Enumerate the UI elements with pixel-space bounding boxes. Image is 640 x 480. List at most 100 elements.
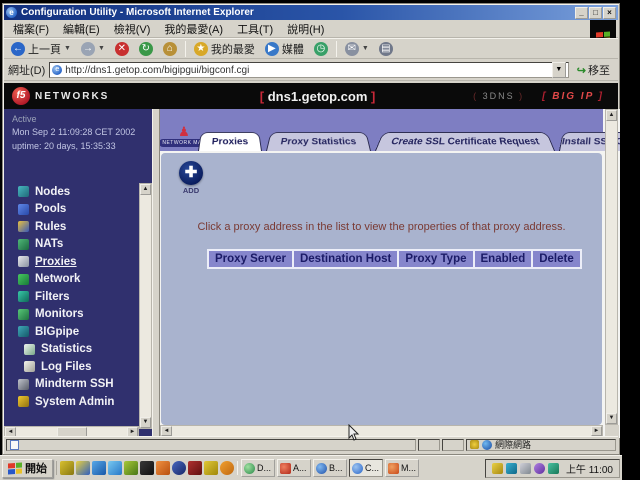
menu-view[interactable]: 檢視(V) (107, 19, 158, 39)
nats-icon (18, 239, 29, 250)
add-proxy-button[interactable]: ✚ ADD (171, 161, 211, 195)
nav-item-system-admin[interactable]: System Admin (4, 393, 139, 411)
scroll-left-icon[interactable]: ◄ (161, 426, 172, 436)
scroll-right-icon[interactable]: ► (591, 426, 602, 436)
scroll-down-icon[interactable]: ▼ (140, 417, 151, 428)
column-header-proxy-server: Proxy Server (208, 250, 293, 268)
address-input[interactable] (65, 65, 549, 76)
filters-icon (18, 291, 29, 302)
refresh-icon: ↻ (139, 42, 153, 56)
nav-item-bigpipe[interactable]: BIGpipe (4, 323, 139, 341)
mail-button[interactable]: ✉ ▼ (341, 41, 373, 57)
proxies-icon (18, 256, 29, 267)
nodes-icon (18, 186, 29, 197)
taskbar-window-button[interactable]: B... (313, 459, 347, 477)
taskbar-clock[interactable]: 上午 11:00 (566, 461, 613, 476)
nav-item-rules[interactable]: Rules (4, 218, 139, 236)
minimize-button[interactable]: _ (575, 7, 588, 19)
scroll-up-icon[interactable]: ▲ (606, 110, 617, 121)
mail-dropdown-icon[interactable]: ▼ (362, 45, 369, 52)
tab-proxies[interactable]: Proxies (198, 132, 262, 151)
nav-item-pools[interactable]: Pools (4, 201, 139, 219)
address-field[interactable]: e ▼ (49, 62, 569, 78)
sidebar-vertical-scrollbar[interactable]: ▲ ▼ (139, 183, 152, 429)
nav-item-nats[interactable]: NATs (4, 236, 139, 254)
menu-file[interactable]: 檔案(F) (6, 19, 56, 39)
log-files-icon (24, 361, 35, 372)
menu-tools[interactable]: 工具(T) (230, 19, 280, 39)
quick-launch-icon[interactable] (172, 461, 186, 475)
quick-launch-icon[interactable] (156, 461, 170, 475)
system-admin-icon (18, 396, 29, 407)
taskbar-window-button[interactable]: D... (241, 459, 275, 477)
frame-divider[interactable] (152, 109, 160, 438)
menu-edit[interactable]: 編輯(E) (56, 19, 107, 39)
quick-launch-icon[interactable] (188, 461, 202, 475)
quick-launch-icon[interactable] (92, 461, 106, 475)
home-button[interactable]: ⌂ (159, 41, 181, 57)
tab-create-ssl-certificate-request[interactable]: Create SSL Certificate Request (375, 132, 555, 151)
favorites-button[interactable]: ★ 我的最愛 (190, 40, 259, 58)
start-button[interactable]: 開始 (2, 459, 53, 478)
navigation-sidebar: Active Mon Sep 2 11:09:28 CET 2002 uptim… (4, 109, 152, 438)
taskbar-window-button-active[interactable]: C... (349, 459, 383, 477)
refresh-button[interactable]: ↻ (135, 41, 157, 57)
f5-logo: f5 NETWORKS (12, 87, 162, 105)
nav-item-monitors[interactable]: Monitors (4, 306, 139, 324)
forward-dropdown-icon[interactable]: ▼ (98, 45, 105, 52)
app-icon (280, 463, 291, 474)
maximize-button[interactable]: □ (589, 7, 602, 19)
quick-launch-icon[interactable] (108, 461, 122, 475)
back-dropdown-icon[interactable]: ▼ (64, 45, 71, 52)
scroll-down-icon[interactable]: ▼ (606, 413, 617, 424)
column-header-destination-host: Destination Host (293, 250, 398, 268)
network-icon (18, 274, 29, 285)
media-button[interactable]: ▶ 媒體 (261, 40, 308, 58)
ie-window: e Configuration Utility - Microsoft Inte… (2, 3, 620, 455)
quick-launch-icon[interactable] (60, 461, 74, 475)
back-button[interactable]: ← 上一頁 ▼ (7, 40, 75, 58)
media-icon: ▶ (265, 42, 279, 56)
nav-item-network[interactable]: Network (4, 271, 139, 289)
menu-help[interactable]: 說明(H) (280, 19, 331, 39)
stop-button[interactable]: ✕ (111, 41, 133, 57)
taskbar-window-button[interactable]: A... (277, 459, 311, 477)
table-header-row: Proxy Server Destination Host Proxy Type… (208, 250, 581, 268)
app-icon (316, 463, 327, 474)
quick-launch-bar (56, 461, 238, 475)
quick-launch-icon[interactable] (124, 461, 138, 475)
nav-item-proxies[interactable]: Proxies (4, 253, 139, 271)
nav-item-statistics[interactable]: Statistics (4, 341, 139, 359)
nav-item-mindterm-ssh[interactable]: Mindterm SSH (4, 376, 139, 394)
print-button[interactable]: ▤ (375, 41, 397, 57)
quick-launch-icon[interactable] (220, 461, 234, 475)
tray-icon[interactable] (548, 463, 559, 474)
main-vertical-scrollbar[interactable]: ▲ ▼ (605, 109, 618, 425)
tray-volume-icon[interactable] (492, 463, 503, 474)
menu-favorites[interactable]: 我的最愛(A) (157, 19, 230, 39)
tab-proxy-statistics[interactable]: Proxy Statistics (266, 132, 371, 151)
quick-launch-icon[interactable] (140, 461, 154, 475)
nav-item-filters[interactable]: Filters (4, 288, 139, 306)
nav-item-log-files[interactable]: Log Files (4, 358, 139, 376)
tray-icon[interactable] (506, 463, 517, 474)
close-button[interactable]: × (603, 7, 616, 19)
rules-icon (18, 221, 29, 232)
address-dropdown-icon[interactable]: ▼ (552, 62, 566, 78)
quick-launch-icon[interactable] (76, 461, 90, 475)
tray-display-icon[interactable] (520, 463, 531, 474)
quick-launch-icon[interactable] (204, 461, 218, 475)
f5-banner: f5 NETWORKS [ dns1.getop.com ] ( 3DNS ) … (4, 83, 618, 109)
history-icon: ◷ (314, 42, 328, 56)
nav-item-nodes[interactable]: Nodes (4, 183, 139, 201)
status-panel (418, 439, 440, 451)
tray-icon[interactable] (534, 463, 545, 474)
history-button[interactable]: ◷ (310, 41, 332, 57)
go-button[interactable]: ↪ 移至 (573, 61, 614, 79)
ie-app-icon (352, 463, 363, 474)
add-plus-icon: ✚ (179, 161, 203, 185)
scroll-up-icon[interactable]: ▲ (140, 184, 151, 195)
forward-button[interactable]: → ▼ (77, 41, 109, 57)
taskbar-window-button[interactable]: M... (385, 459, 419, 477)
banner-hostname: [ dns1.getop.com ] (162, 89, 473, 104)
